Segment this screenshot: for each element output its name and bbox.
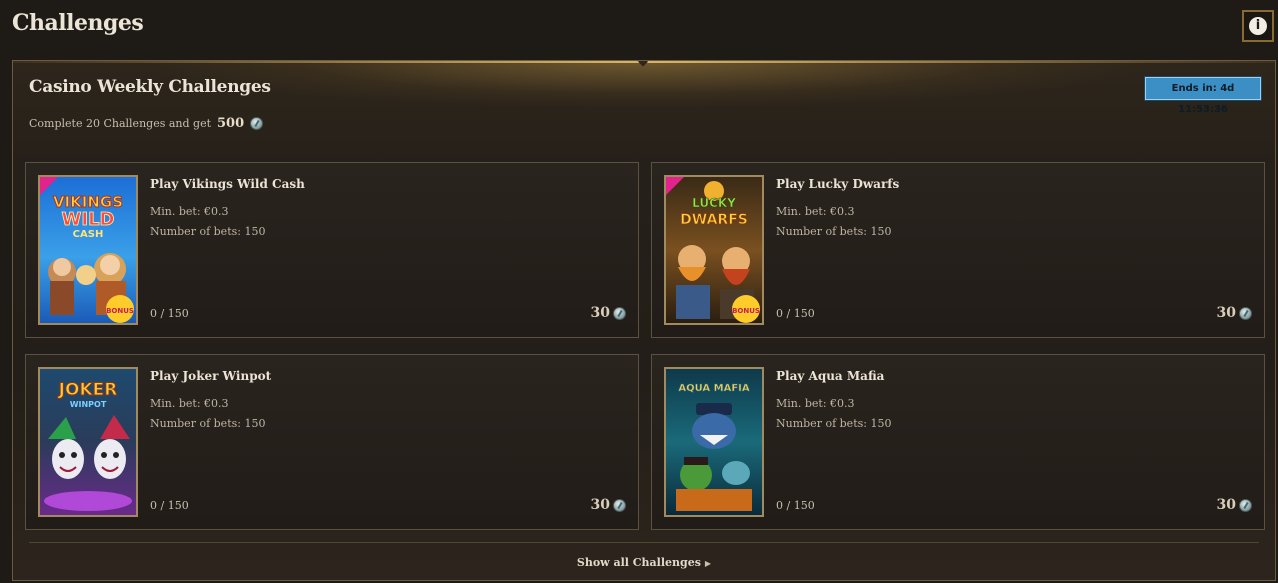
thumb-text: CASH <box>73 229 104 240</box>
number-of-bets: Number of bets: 150 <box>776 417 892 430</box>
reward-amount: 30 <box>590 305 610 321</box>
challenge-title: Play Vikings Wild Cash <box>150 177 305 191</box>
challenge-reward: 30 <box>1217 497 1252 513</box>
min-bet: Min. bet: €0.3 <box>150 205 229 218</box>
challenge-card[interactable]: AQUA MAFIA Play Aqua Mafia Min. bet: €0.… <box>651 354 1265 530</box>
challenge-reward: 30 <box>591 497 626 513</box>
number-of-bets: Number of bets: 150 <box>150 417 266 430</box>
show-all-label: Show all Challenges <box>576 556 701 569</box>
number-of-bets: Number of bets: 150 <box>150 225 266 238</box>
challenge-progress: 0 / 150 <box>150 499 189 512</box>
info-icon: i <box>1249 17 1267 35</box>
page-title: Challenges <box>12 10 144 36</box>
challenge-progress: 0 / 150 <box>150 307 189 320</box>
caret-right-icon: ▶ <box>704 558 712 568</box>
game-thumbnail[interactable]: LUCKY DWARFS BONUS <box>664 175 764 325</box>
thumb-ribbon: BONUS <box>106 307 134 315</box>
game-thumbnail[interactable]: AQUA MAFIA <box>664 367 764 517</box>
game-thumbnail[interactable]: JOKER WINPOT <box>38 367 138 517</box>
weekly-challenges-panel: Casino Weekly Challenges Complete 20 Cha… <box>12 60 1276 581</box>
reward-amount: 30 <box>1216 497 1236 513</box>
show-all-challenges-link[interactable]: Show all Challenges ▶ <box>13 556 1275 569</box>
coin-icon <box>1239 306 1252 320</box>
game-thumbnail[interactable]: VIKINGS WILD CASH BONUS <box>38 175 138 325</box>
panel-title: Casino Weekly Challenges <box>29 77 271 97</box>
panel-subtitle-text: Complete 20 Challenges and get <box>29 117 211 130</box>
challenge-progress: 0 / 150 <box>776 499 815 512</box>
challenge-title: Play Joker Winpot <box>150 369 272 383</box>
coin-icon <box>1239 498 1252 512</box>
thumb-text: WILD <box>62 209 115 230</box>
challenge-reward: 30 <box>1217 305 1252 321</box>
challenge-title: Play Lucky Dwarfs <box>776 177 900 191</box>
challenge-card[interactable]: VIKINGS WILD CASH BONUS Play Vikings Wil… <box>25 162 639 338</box>
ends-in-badge: Ends in: 4d 11:53:36 <box>1145 77 1261 115</box>
min-bet: Min. bet: €0.3 <box>776 205 855 218</box>
thumb-text: JOKER <box>58 380 118 400</box>
panel-reward-amount: 500 <box>217 116 245 131</box>
number-of-bets: Number of bets: 150 <box>776 225 892 238</box>
panel-subtitle: Complete 20 Challenges and get 500 <box>29 116 264 131</box>
coin-icon <box>613 306 626 320</box>
info-button[interactable]: i <box>1242 10 1274 42</box>
min-bet: Min. bet: €0.3 <box>776 397 855 410</box>
challenge-reward: 30 <box>591 305 626 321</box>
thumb-text: DWARFS <box>680 212 748 228</box>
footer-divider <box>29 542 1259 543</box>
min-bet: Min. bet: €0.3 <box>150 397 229 410</box>
thumb-text: WINPOT <box>70 400 107 409</box>
reward-amount: 30 <box>590 497 610 513</box>
thumb-ribbon: BONUS <box>732 307 760 315</box>
thumb-text: LUCKY <box>692 196 736 210</box>
challenge-progress: 0 / 150 <box>776 307 815 320</box>
coin-icon <box>250 117 264 130</box>
challenge-card[interactable]: LUCKY DWARFS BONUS Play Lucky Dwarfs Min… <box>651 162 1265 338</box>
thumb-text: AQUA MAFIA <box>678 383 750 394</box>
coin-icon <box>613 498 626 512</box>
reward-amount: 30 <box>1216 305 1236 321</box>
challenge-title: Play Aqua Mafia <box>776 369 885 383</box>
challenge-card[interactable]: JOKER WINPOT Play Joker Winpot Min. bet:… <box>25 354 639 530</box>
